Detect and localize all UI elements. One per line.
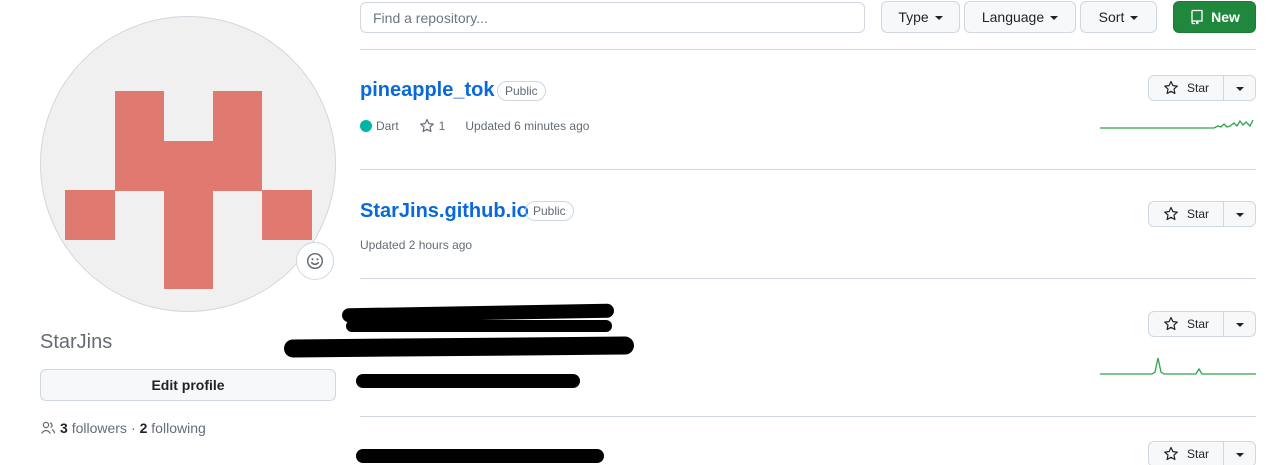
star-icon bbox=[1164, 206, 1178, 221]
chevron-down-icon bbox=[934, 16, 943, 20]
type-filter-label: Type bbox=[898, 9, 929, 25]
star-icon bbox=[419, 118, 434, 133]
star-label: Star bbox=[1186, 317, 1209, 331]
star-icon bbox=[1164, 80, 1178, 95]
identicon bbox=[65, 91, 312, 289]
chevron-down-icon bbox=[1235, 87, 1244, 91]
sort-button[interactable]: Sort bbox=[1080, 1, 1157, 33]
repo-language: Dart bbox=[376, 119, 399, 133]
divider bbox=[360, 169, 1256, 170]
following-count: 2 bbox=[139, 420, 148, 436]
repo-updated: Updated 6 minutes ago bbox=[465, 119, 590, 133]
repo-name-link[interactable]: StarJins.github.io bbox=[360, 200, 529, 223]
visibility-badge: Public bbox=[497, 81, 546, 101]
star-button[interactable]: Star bbox=[1148, 75, 1224, 101]
star-label: Star bbox=[1186, 447, 1209, 461]
followers-link[interactable]: 3 followers bbox=[60, 420, 127, 436]
star-icon bbox=[1164, 316, 1178, 331]
divider bbox=[360, 49, 1256, 50]
star-list-dropdown[interactable] bbox=[1224, 201, 1256, 227]
chevron-down-icon bbox=[1130, 16, 1139, 20]
chevron-down-icon bbox=[1235, 213, 1244, 217]
edit-profile-button[interactable]: Edit profile bbox=[40, 369, 336, 401]
people-icon bbox=[41, 421, 56, 434]
repo-meta: Dart 1 Updated 6 minutes ago bbox=[360, 118, 589, 134]
star-button-group: Star bbox=[1148, 441, 1256, 465]
activity-sparkline bbox=[1100, 357, 1256, 375]
chevron-down-icon bbox=[1235, 453, 1244, 457]
profile-username: StarJins bbox=[40, 331, 113, 353]
following-label: following bbox=[151, 420, 206, 436]
smiley-icon bbox=[306, 252, 324, 270]
set-status-button[interactable] bbox=[296, 242, 334, 280]
repo-icon bbox=[1191, 9, 1203, 25]
redaction-mark bbox=[346, 320, 612, 332]
language-filter-label: Language bbox=[981, 9, 1045, 25]
star-list-dropdown[interactable] bbox=[1224, 311, 1256, 337]
activity-sparkline bbox=[1100, 119, 1254, 129]
followers-count: 3 bbox=[60, 420, 68, 436]
star-button-group: Star bbox=[1148, 311, 1256, 337]
chevron-down-icon bbox=[1235, 323, 1244, 327]
star-label: Star bbox=[1186, 207, 1209, 221]
redaction-mark bbox=[283, 336, 635, 358]
avatar-container bbox=[40, 16, 336, 312]
repo-name-link[interactable]: pineapple_tok bbox=[360, 79, 494, 102]
star-button-group: Star bbox=[1148, 201, 1256, 227]
language-color-dot bbox=[360, 120, 372, 132]
chevron-down-icon bbox=[1050, 16, 1059, 20]
star-list-dropdown[interactable] bbox=[1224, 441, 1256, 465]
follow-stats: 3 followers · 2 following bbox=[40, 420, 206, 436]
repository-search-input[interactable] bbox=[360, 2, 865, 33]
repo-stars-count[interactable]: 1 bbox=[439, 119, 446, 133]
type-filter-button[interactable]: Type bbox=[881, 1, 960, 33]
star-button[interactable]: Star bbox=[1148, 201, 1224, 227]
visibility-badge: Public bbox=[525, 201, 574, 221]
language-filter-button[interactable]: Language bbox=[964, 1, 1076, 33]
follow-separator: · bbox=[130, 420, 136, 436]
redaction-mark bbox=[356, 449, 604, 463]
redaction-mark bbox=[356, 374, 580, 388]
star-icon bbox=[1164, 446, 1178, 461]
divider bbox=[360, 278, 1256, 279]
star-list-dropdown[interactable] bbox=[1224, 75, 1256, 101]
followers-label: followers bbox=[71, 420, 127, 436]
new-label: New bbox=[1211, 9, 1240, 25]
star-button[interactable]: Star bbox=[1148, 311, 1224, 337]
star-label: Star bbox=[1186, 81, 1209, 95]
repo-updated: Updated 2 hours ago bbox=[360, 238, 473, 252]
following-link[interactable]: 2 following bbox=[140, 420, 206, 436]
repo-meta: Updated 2 hours ago bbox=[360, 238, 472, 252]
avatar[interactable] bbox=[40, 16, 336, 312]
new-repository-button[interactable]: New bbox=[1173, 1, 1256, 33]
divider bbox=[360, 416, 1256, 417]
star-button-group: Star bbox=[1148, 75, 1256, 101]
sort-label: Sort bbox=[1098, 9, 1125, 25]
star-button[interactable]: Star bbox=[1148, 441, 1224, 465]
